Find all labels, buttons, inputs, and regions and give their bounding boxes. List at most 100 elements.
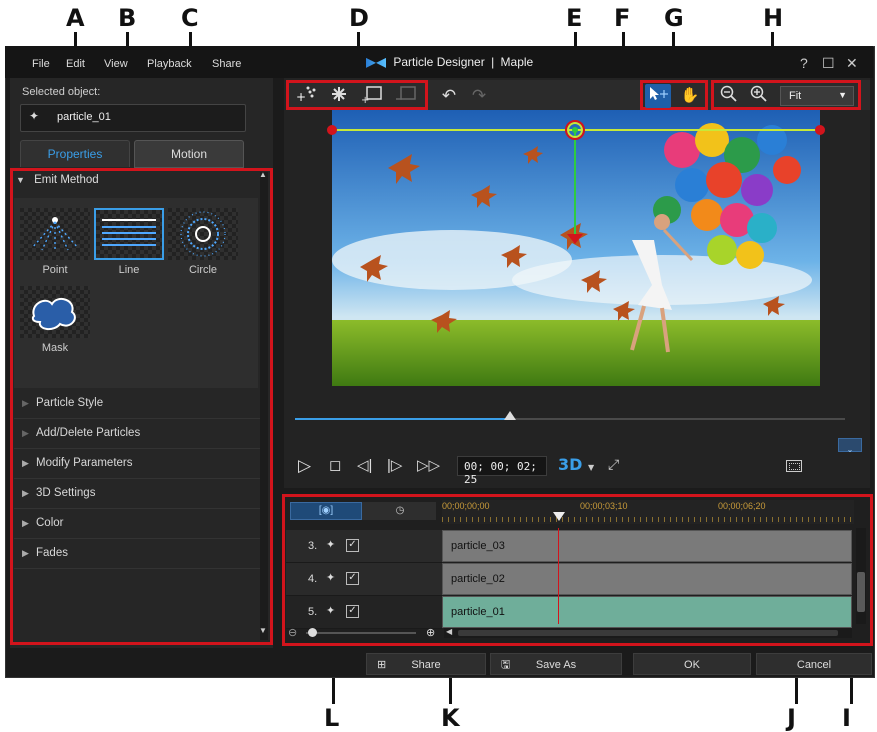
zoom-select[interactable]: Fit ▼ <box>780 86 854 106</box>
previous-frame-button[interactable]: ◁| <box>357 456 372 474</box>
dropdown-arrow-icon: ▼ <box>838 90 847 100</box>
emit-option-line[interactable] <box>94 208 164 260</box>
selected-object-value: particle_01 <box>57 111 111 123</box>
safe-zone-button[interactable] <box>786 460 802 472</box>
collapse-icon: ▼ <box>16 175 25 185</box>
expand-panel-button[interactable]: ⌄ <box>838 438 862 454</box>
menu-edit[interactable]: Edit <box>66 58 85 70</box>
section-fades[interactable]: ▶ Fades <box>14 539 260 569</box>
next-frame-button[interactable]: |▷ <box>387 456 402 474</box>
select-mode-button[interactable] <box>645 84 671 108</box>
callout-l: L <box>324 704 340 732</box>
callout-d: D <box>349 4 369 32</box>
section-label: Particle Style <box>36 397 104 409</box>
callout-c: C <box>181 4 199 32</box>
timeline-ruler[interactable]: 00;00;00;00 00;00;03;10 00;00;06;20 <box>442 500 854 524</box>
add-image-object-button[interactable]: + <box>360 84 386 108</box>
remove-frame-icon <box>396 86 416 100</box>
maximize-button[interactable]: ☐ <box>822 55 835 72</box>
tab-motion[interactable]: Motion <box>134 140 244 168</box>
zoom-out-button[interactable] <box>716 84 742 108</box>
zoom-in-button[interactable] <box>746 84 772 108</box>
remove-object-button[interactable] <box>394 84 420 108</box>
hand-tool-button[interactable]: ✋ <box>677 84 703 108</box>
track-visible-checkbox[interactable]: ✓ <box>346 539 359 552</box>
3d-mode-label: 3D <box>558 455 583 474</box>
collapsed-arrow-icon: ▶ <box>22 488 29 498</box>
fullscreen-button[interactable]: ⤢ <box>608 456 619 473</box>
emit-option-point[interactable] <box>20 208 90 260</box>
menu-file[interactable]: File <box>32 58 50 70</box>
timeline-zoom-in-icon[interactable]: ⊕ <box>426 626 435 639</box>
section-modify-parameters[interactable]: ▶ Modify Parameters <box>14 449 260 479</box>
track-clip[interactable]: particle_03 <box>442 530 852 562</box>
menu-view[interactable]: View <box>104 58 128 70</box>
track-header: 3. ✦ ✓ <box>286 530 442 563</box>
scroll-left-icon[interactable]: ◀ <box>446 627 452 636</box>
ok-button[interactable]: OK <box>633 653 751 675</box>
section-label: Modify Parameters <box>36 457 133 469</box>
section-3d-settings[interactable]: ▶ 3D Settings <box>14 479 260 509</box>
callout-g: G <box>664 4 684 32</box>
cancel-button[interactable]: Cancel <box>756 653 872 675</box>
particle-icon: ✦ <box>29 109 40 123</box>
add-particle-object-button[interactable] <box>326 84 352 108</box>
stop-button[interactable]: ◻ <box>329 456 341 474</box>
direction-handle[interactable] <box>567 234 583 244</box>
section-add-delete-particles[interactable]: ▶ Add/Delete Particles <box>14 419 260 449</box>
scroll-up-icon[interactable]: ▲ <box>259 170 267 179</box>
emitter-end-handle[interactable] <box>815 125 825 135</box>
timeline-hscrollbar[interactable]: ◀ <box>444 627 852 638</box>
track-visible-checkbox[interactable]: ✓ <box>346 572 359 585</box>
app-name: Particle Designer <box>393 55 485 69</box>
timeline-zoom-slider[interactable] <box>306 632 416 634</box>
image-frame-icon: + <box>361 86 382 106</box>
emit-option-mask[interactable] <box>20 286 90 338</box>
emitter-start-handle[interactable] <box>327 125 337 135</box>
selected-object-field[interactable]: ✦ particle_01 <box>20 104 246 132</box>
help-button[interactable]: ? <box>800 55 808 71</box>
scrub-thumb[interactable] <box>503 411 516 420</box>
track-clip[interactable]: particle_02 <box>442 563 852 595</box>
timecode-display[interactable]: 00; 00; 02; 25 <box>457 456 547 486</box>
hscroll-thumb[interactable] <box>458 630 838 636</box>
save-as-label: Save As <box>535 659 577 671</box>
scroll-down-icon[interactable]: ▼ <box>259 626 267 635</box>
3d-mode-button[interactable]: 3D ▼ <box>558 455 594 474</box>
fast-forward-button[interactable]: ▷▷ <box>417 456 440 474</box>
redo-button[interactable]: ↷ <box>466 84 492 108</box>
clock-view-button[interactable]: ◷ <box>364 502 436 520</box>
particle-track-icon: ✦ <box>326 572 336 584</box>
track-view-button[interactable]: [◉] <box>290 502 362 520</box>
target-icon: [◉] <box>318 505 334 516</box>
track-visible-checkbox[interactable]: ✓ <box>346 605 359 618</box>
undo-button[interactable]: ↶ <box>436 84 462 108</box>
timeline-vscrollbar[interactable] <box>856 528 866 624</box>
menu-playback[interactable]: Playback <box>147 58 192 70</box>
tab-properties[interactable]: Properties <box>20 140 130 167</box>
menu-share[interactable]: Share <box>212 58 241 70</box>
track-clip-selected[interactable]: particle_01 <box>442 596 852 628</box>
svg-text:+: + <box>296 90 306 104</box>
scrub-bar[interactable] <box>295 411 845 420</box>
close-button[interactable]: ✕ <box>846 55 858 72</box>
callout-a: A <box>66 4 85 32</box>
share-button[interactable]: ⊞ Share <box>366 653 486 675</box>
save-as-button[interactable]: 🖫 Save As <box>490 653 622 675</box>
properties-scrollbar[interactable] <box>260 172 268 640</box>
track-number: 3. <box>308 540 318 552</box>
timeline-scroll-thumb[interactable] <box>857 572 865 612</box>
selected-object-label: Selected object: <box>22 86 101 98</box>
chevron-down-icon: ▼ <box>588 463 595 472</box>
section-color[interactable]: ▶ Color <box>14 509 260 539</box>
emit-method-header[interactable]: ▼ Emit Method <box>16 174 99 186</box>
section-particle-style[interactable]: ▶ Particle Style <box>14 389 260 419</box>
emit-option-circle[interactable] <box>168 208 238 260</box>
timeline-zoom-thumb[interactable] <box>308 628 317 637</box>
playhead-marker[interactable] <box>553 512 565 521</box>
play-button[interactable]: ▷ <box>298 456 311 476</box>
timeline-zoom-out-icon[interactable]: ⊖ <box>288 626 297 639</box>
add-particle-button[interactable]: + <box>294 84 320 108</box>
fullscreen-icon: ⤢ <box>608 456 620 472</box>
zoom-value: Fit <box>789 90 802 102</box>
